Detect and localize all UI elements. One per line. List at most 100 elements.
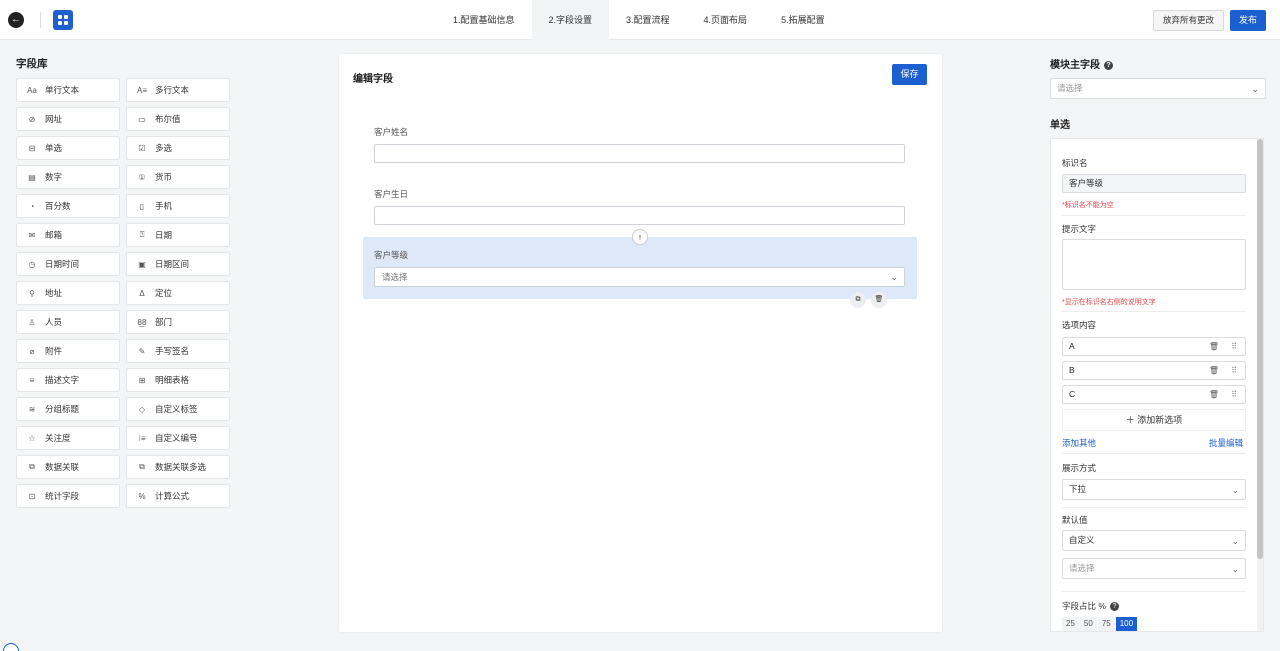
display-select[interactable]: 下拉 ⌄ [1062, 479, 1246, 500]
name-input[interactable]: 客户等级 [1062, 174, 1246, 193]
field-type-item[interactable]: ▯ 手机 [126, 194, 230, 218]
add-option-button[interactable]: ＋ 添加新选项 [1062, 409, 1246, 431]
default-placeholder: 请选择 [1069, 563, 1095, 573]
tab-step-4[interactable]: 4.页面布局 [687, 0, 765, 40]
default-type-select[interactable]: 自定义 ⌄ [1062, 530, 1246, 551]
ratio-option-100[interactable]: 100 [1115, 617, 1139, 631]
customer-birthday-input[interactable] [374, 206, 905, 225]
field-type-item[interactable]: ☆ 关注度 [16, 426, 120, 450]
field-type-item[interactable]: ≋ 分组标题 [16, 397, 120, 421]
divider [1062, 453, 1246, 454]
field-type-item[interactable]: ✉ 邮箱 [16, 223, 120, 247]
field-type-label: 单选 [45, 143, 63, 153]
chevron-down-icon: ⌄ [1251, 84, 1259, 94]
field-type-item[interactable]: ⌀ 附件 [16, 339, 120, 363]
add-other-link[interactable]: 添加其他 [1062, 437, 1096, 449]
field-type-item[interactable]: ◔ 百分数 [16, 194, 120, 218]
default-value-select[interactable]: 请选择 ⌄ [1062, 558, 1246, 579]
field-type-icon: ⧉ [139, 462, 145, 471]
help-icon[interactable]: ? [1109, 602, 1119, 611]
field-type-item[interactable]: ⁝≡ 自定义编号 [126, 426, 230, 450]
field-type-item[interactable]: ① 货币 [126, 165, 230, 189]
field-type-item[interactable]: ☑ 多选 [126, 136, 230, 160]
trash-icon[interactable]: 🗑 [1209, 386, 1219, 403]
field-type-item[interactable]: ▤ 数字 [16, 165, 120, 189]
help-icon[interactable]: ? [1104, 61, 1113, 70]
tab-step-1[interactable]: 1.配置基础信息 [436, 0, 532, 40]
default-label: 默认值 [1062, 515, 1088, 525]
name-hint: *标识名不能为空 [1062, 202, 1114, 209]
field-type-item[interactable]: ▭ 布尔值 [126, 107, 230, 131]
save-button[interactable]: 保存 [892, 64, 927, 85]
field-type-label: 数据关联多选 [155, 462, 207, 472]
scrollbar[interactable] [1257, 139, 1263, 631]
app-grid-icon[interactable] [53, 10, 73, 30]
canvas-title: 编辑字段 [353, 74, 393, 85]
copy-icon[interactable]: ⧉ [850, 292, 866, 308]
ratio-option-50[interactable]: 50 [1079, 617, 1098, 631]
option-item[interactable]: A 🗑 ⠿ [1062, 337, 1246, 356]
field-type-item[interactable]: ▣ 日期区间 [126, 252, 230, 276]
field-type-label: 日期时间 [45, 259, 80, 269]
field-type-item[interactable]: ⍰ 日期 [126, 223, 230, 247]
drag-handle-icon[interactable]: ⠿ [1231, 338, 1237, 355]
field-type-label: 明细表格 [155, 375, 190, 385]
field-type-item[interactable]: Aa 单行文本 [16, 78, 120, 102]
field-type-item[interactable]: ⊟ 单选 [16, 136, 120, 160]
section-title: 单选 [1050, 120, 1070, 131]
tip-textarea[interactable] [1062, 239, 1246, 290]
form-canvas: 编辑字段 保存 客户姓名 客户生日 客户等级 请选择 ⌄ ↑ ⧉ 🗑 [339, 54, 942, 632]
field-type-label: 自定义编号 [155, 433, 198, 443]
main-field-title: 模块主字段? [1050, 56, 1113, 71]
field-type-item[interactable]: Δ 定位 [126, 281, 230, 305]
field-type-item[interactable]: 8̲8 部门 [126, 310, 230, 334]
field-type-item[interactable]: ✎ 手写签名 [126, 339, 230, 363]
field-type-item[interactable]: ⧉ 数据关联多选 [126, 455, 230, 479]
field-type-item[interactable]: ◇ 自定义标签 [126, 397, 230, 421]
selected-field-customer-level[interactable]: 客户等级 请选择 ⌄ [363, 237, 917, 299]
move-up-icon[interactable]: ↑ [632, 229, 648, 245]
trash-icon[interactable]: 🗑 [1209, 338, 1219, 355]
tab-step-2[interactable]: 2.字段设置 [531, 0, 610, 40]
ratio-option-75[interactable]: 75 [1097, 617, 1116, 631]
tab-step-3[interactable]: 3.配置流程 [609, 0, 687, 40]
tab-step-5[interactable]: 5.拓展配置 [764, 0, 842, 40]
drag-handle-icon[interactable]: ⠿ [1231, 386, 1237, 403]
back-arrow-icon[interactable]: ← [8, 12, 24, 28]
field-type-icon: ◇ [138, 404, 146, 414]
field-type-item[interactable]: A≡ 多行文本 [126, 78, 230, 102]
field-type-label: 手机 [155, 201, 173, 211]
help-corner-icon[interactable] [3, 643, 19, 651]
trash-icon[interactable]: 🗑 [1209, 362, 1219, 379]
default-value: 自定义 [1069, 535, 1095, 545]
field-type-item[interactable]: ⊞ 明细表格 [126, 368, 230, 392]
ratio-option-25[interactable]: 25 [1062, 617, 1080, 631]
step-tabs: 1.配置基础信息 2.字段设置 3.配置流程 4.页面布局 5.拓展配置 [436, 0, 842, 40]
field-type-item[interactable]: % 计算公式 [126, 484, 230, 508]
customer-level-select[interactable]: 请选择 ⌄ [374, 267, 905, 287]
field-type-icon: ≋ [28, 404, 36, 414]
field-type-item[interactable]: ⊡ 统计字段 [16, 484, 120, 508]
field-type-item[interactable]: ⧉ 数据关联 [16, 455, 120, 479]
field-type-item[interactable]: ⊘ 网址 [16, 107, 120, 131]
trash-icon[interactable]: 🗑 [871, 292, 887, 308]
field-label-birthday: 客户生日 [374, 189, 409, 199]
field-type-item[interactable]: ≡ 描述文字 [16, 368, 120, 392]
field-type-icon: ⊘ [28, 114, 36, 124]
drag-handle-icon[interactable]: ⠿ [1231, 362, 1237, 379]
field-type-item[interactable]: ♙ 人员 [16, 310, 120, 334]
publish-button[interactable]: 发布 [1230, 10, 1266, 31]
discard-changes-button[interactable]: 放弃所有更改 [1153, 10, 1224, 31]
main-field-select[interactable]: 请选择 ⌄ [1050, 78, 1266, 99]
field-type-item[interactable]: ⚲ 地址 [16, 281, 120, 305]
option-item[interactable]: C 🗑 ⠿ [1062, 385, 1246, 404]
batch-edit-link[interactable]: 批量编辑 [1209, 437, 1243, 449]
scrollbar-thumb[interactable] [1257, 139, 1263, 559]
customer-name-input[interactable] [374, 144, 905, 163]
option-item[interactable]: B 🗑 ⠿ [1062, 361, 1246, 380]
field-type-icon: ☑ [138, 143, 146, 153]
field-type-label: 附件 [45, 346, 63, 356]
field-type-label: 单行文本 [45, 85, 80, 95]
field-type-label: 日期 [155, 230, 173, 240]
field-type-item[interactable]: ◷ 日期时间 [16, 252, 120, 276]
